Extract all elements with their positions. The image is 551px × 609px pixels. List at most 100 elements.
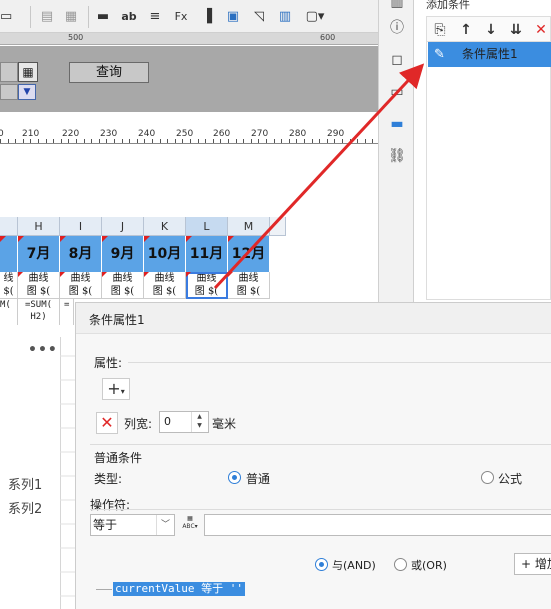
- column-header[interactable]: [0, 217, 18, 236]
- and-radio[interactable]: [315, 558, 328, 571]
- ruler-tick: [236, 139, 237, 143]
- type-formula-radio[interactable]: [481, 471, 494, 484]
- column-width-label: 列宽:: [124, 417, 153, 431]
- widget-settings-icon[interactable]: ◻: [387, 50, 407, 70]
- subreport-icon[interactable]: ▥: [276, 8, 294, 26]
- grid-icon[interactable]: ▦: [62, 8, 80, 26]
- formula-icon[interactable]: Fx: [172, 8, 190, 26]
- ruler-tick: [175, 139, 176, 143]
- copy-icon[interactable]: ⎘: [430, 20, 450, 40]
- column-header[interactable]: H: [18, 217, 60, 236]
- chart-cell[interactable]: 曲线图 $(: [228, 272, 270, 299]
- chart-cell[interactable]: 曲线图 $(: [102, 272, 144, 299]
- chart-cell[interactable]: 线 $(: [0, 272, 18, 299]
- month-header[interactable]: 11月: [186, 236, 228, 272]
- chart-cell[interactable]: 曲线图 $(: [144, 272, 186, 299]
- ruler-tick: [213, 139, 214, 143]
- column-header[interactable]: [270, 217, 286, 236]
- ruler-tick: [372, 139, 373, 143]
- formula-cell[interactable]: M(: [0, 299, 18, 325]
- form-icon[interactable]: ▭: [387, 82, 407, 102]
- value-type-icon[interactable]: ▦ ABC▾: [179, 515, 201, 535]
- slash-icon[interactable]: ◹: [250, 8, 268, 26]
- formula-cell[interactable]: =: [60, 299, 74, 325]
- merge-icon[interactable]: ▭: [0, 8, 12, 26]
- month-header[interactable]: 7月: [18, 236, 60, 272]
- or-radio[interactable]: [394, 558, 407, 571]
- column-header[interactable]: M: [228, 217, 270, 236]
- query-button[interactable]: 查询: [69, 62, 149, 83]
- delete-icon[interactable]: ✕: [531, 20, 551, 40]
- text-cell-icon[interactable]: ▬: [94, 8, 112, 26]
- column-header[interactable]: I: [60, 217, 102, 236]
- cell-text: 曲线: [154, 273, 175, 284]
- ruler-label: 250: [176, 129, 194, 139]
- type-normal-radio[interactable]: [228, 471, 241, 484]
- delete-attribute-icon[interactable]: ✕: [96, 412, 118, 434]
- selected-chart-cell[interactable]: 曲线图 $(: [186, 272, 228, 299]
- ruler-label: 600: [320, 33, 336, 42]
- hyperlink-icon[interactable]: ⛓: [387, 146, 407, 166]
- ruler-label: 220: [62, 129, 80, 139]
- column-header[interactable]: K: [144, 217, 186, 236]
- image-icon[interactable]: ▣: [224, 8, 242, 26]
- ruler-tick: [38, 139, 39, 143]
- formula-cell[interactable]: =SUM( H2): [18, 299, 60, 325]
- move-bottom-icon[interactable]: ⇊: [506, 20, 526, 40]
- chart-cell[interactable]: 曲线图 $(: [60, 272, 102, 299]
- add-attribute-button[interactable]: +▾: [102, 378, 130, 400]
- chart-cell[interactable]: 曲线图 $(: [18, 272, 60, 299]
- toolbar-separator: [88, 6, 89, 28]
- ruler-label: 260: [213, 129, 231, 139]
- ruler-tick: [84, 139, 85, 143]
- cell-text: 图 $(: [194, 286, 219, 297]
- ruler-label: 210: [22, 129, 40, 139]
- month-label: 11月: [189, 246, 224, 262]
- cell-element-icon[interactable]: ▥: [387, 0, 407, 12]
- dropdown-field[interactable]: [0, 84, 18, 100]
- dropdown-arrow-icon[interactable]: ▼: [18, 84, 36, 100]
- value-input[interactable]: [204, 514, 551, 536]
- more-options-icon[interactable]: •••: [28, 342, 58, 358]
- rich-text-icon[interactable]: ab: [120, 8, 138, 26]
- ruler-tick: [304, 139, 305, 143]
- month-label: 10月: [147, 246, 182, 262]
- width-stepper[interactable]: ▲ ▼: [191, 412, 207, 432]
- align-icon[interactable]: ≡: [146, 8, 164, 26]
- border-icon[interactable]: ▢▾: [302, 8, 328, 26]
- add-condition-button[interactable]: + 增加: [514, 553, 551, 575]
- month-header[interactable]: 12月: [228, 236, 270, 272]
- month-header-partial[interactable]: [0, 236, 18, 272]
- operator-select[interactable]: 等于 ﹀: [90, 514, 175, 536]
- cell-text: $(: [3, 286, 14, 297]
- ruler-tick: [296, 139, 297, 143]
- month-header[interactable]: 10月: [144, 236, 186, 272]
- column-header[interactable]: J: [102, 217, 144, 236]
- calendar-icon[interactable]: ▦: [18, 62, 38, 82]
- ruler-tick: [8, 139, 9, 143]
- condition-attribute-icon[interactable]: ▬: [387, 114, 407, 134]
- ruler-tick: [91, 139, 92, 143]
- month-header[interactable]: 9月: [102, 236, 144, 272]
- edit-pencil-icon: ✎: [434, 47, 445, 62]
- ruler-tick: [327, 139, 328, 143]
- cell-text: 图 $(: [26, 286, 51, 297]
- type-formula-label: 公式: [498, 472, 523, 486]
- ruler-tick: [258, 139, 259, 143]
- freeze-icon[interactable]: ▤: [38, 8, 56, 26]
- cell-text: 线: [3, 273, 14, 284]
- divider: [128, 362, 551, 363]
- condition-formula[interactable]: currentValue 等于 '': [113, 582, 245, 596]
- chart-icon[interactable]: ▐: [198, 8, 216, 26]
- month-label: 7月: [26, 246, 51, 262]
- condition-list-item[interactable]: ✎ 条件属性1: [428, 42, 551, 67]
- move-down-icon[interactable]: ↓: [481, 20, 501, 40]
- move-up-icon[interactable]: ↑: [456, 20, 476, 40]
- ruler-tick: [0, 139, 1, 143]
- toolbar-sep-1: [10, 8, 28, 26]
- add-label: 增加: [534, 557, 551, 571]
- cell-attribute-icon[interactable]: ⓘ: [387, 18, 407, 38]
- month-header[interactable]: 8月: [60, 236, 102, 272]
- column-header[interactable]: L: [186, 217, 228, 236]
- date-field[interactable]: [0, 62, 18, 82]
